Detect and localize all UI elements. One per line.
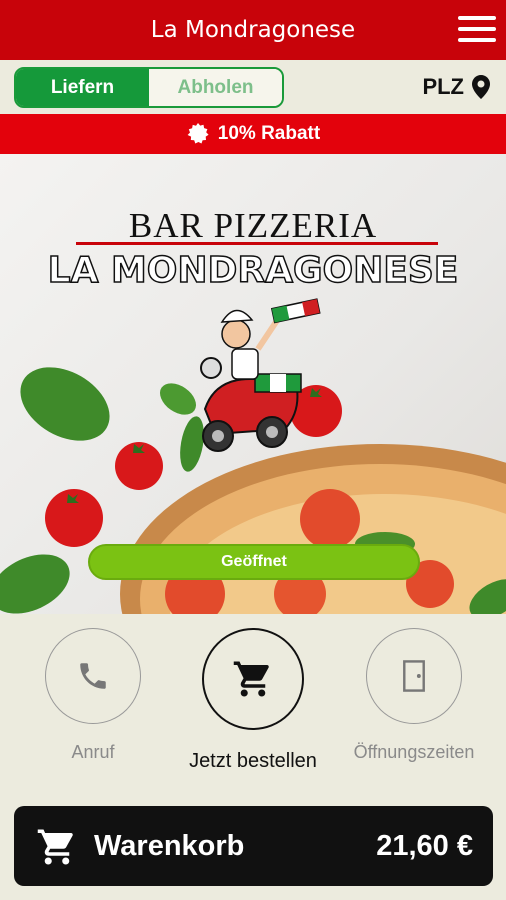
discount-text: 10% Rabatt bbox=[217, 123, 321, 144]
call-label: Anruf bbox=[71, 742, 115, 762]
door-icon bbox=[403, 660, 425, 692]
app-header: La Mondragonese bbox=[0, 0, 506, 60]
order-mode-toggle: Liefern Abholen bbox=[14, 67, 284, 108]
phone-icon bbox=[80, 663, 106, 689]
pizza-image bbox=[120, 444, 506, 614]
call-button[interactable]: Anruf bbox=[28, 628, 158, 763]
quick-actions: Anruf Jetzt bestellen Öffnungszeiten bbox=[0, 614, 506, 804]
cart-button[interactable]: Warenkorb 21,60 € bbox=[14, 806, 493, 886]
cart-icon bbox=[233, 661, 269, 697]
postcode-label: PLZ bbox=[422, 74, 464, 99]
app-title: La Mondragonese bbox=[150, 17, 356, 43]
order-now-button[interactable]: Jetzt bestellen bbox=[188, 628, 318, 773]
opening-hours-button[interactable]: Öffnungszeiten bbox=[349, 628, 479, 763]
postcode-button[interactable]: PLZ bbox=[422, 74, 490, 100]
hero-banner: BAR PIZZERIA LA MONDRAGONESE Geöffnet bbox=[0, 154, 506, 614]
brand-divider bbox=[76, 242, 438, 245]
opening-hours-label: Öffnungszeiten bbox=[353, 742, 475, 762]
badge-icon bbox=[187, 123, 209, 144]
cart-total: 21,60 € bbox=[376, 829, 473, 862]
call-circle bbox=[45, 628, 141, 724]
hamburger-menu-icon[interactable] bbox=[458, 14, 496, 44]
brand-line-1: BAR PIZZERIA bbox=[128, 206, 378, 245]
location-pin-icon bbox=[472, 75, 490, 99]
pickup-tab[interactable]: Abholen bbox=[149, 69, 282, 106]
delivery-tab[interactable]: Liefern bbox=[16, 69, 149, 106]
brand-line-2: LA MONDRAGONESE bbox=[47, 249, 459, 292]
hours-circle bbox=[366, 628, 462, 724]
discount-banner: 10% Rabatt bbox=[0, 114, 506, 154]
cart-icon bbox=[37, 829, 73, 865]
order-now-label: Jetzt bestellen bbox=[189, 750, 317, 772]
cart-label: Warenkorb bbox=[94, 829, 245, 862]
open-status-button[interactable]: Geöffnet bbox=[88, 544, 420, 580]
order-circle bbox=[202, 628, 304, 730]
order-mode-bar: Liefern Abholen PLZ bbox=[0, 60, 506, 114]
